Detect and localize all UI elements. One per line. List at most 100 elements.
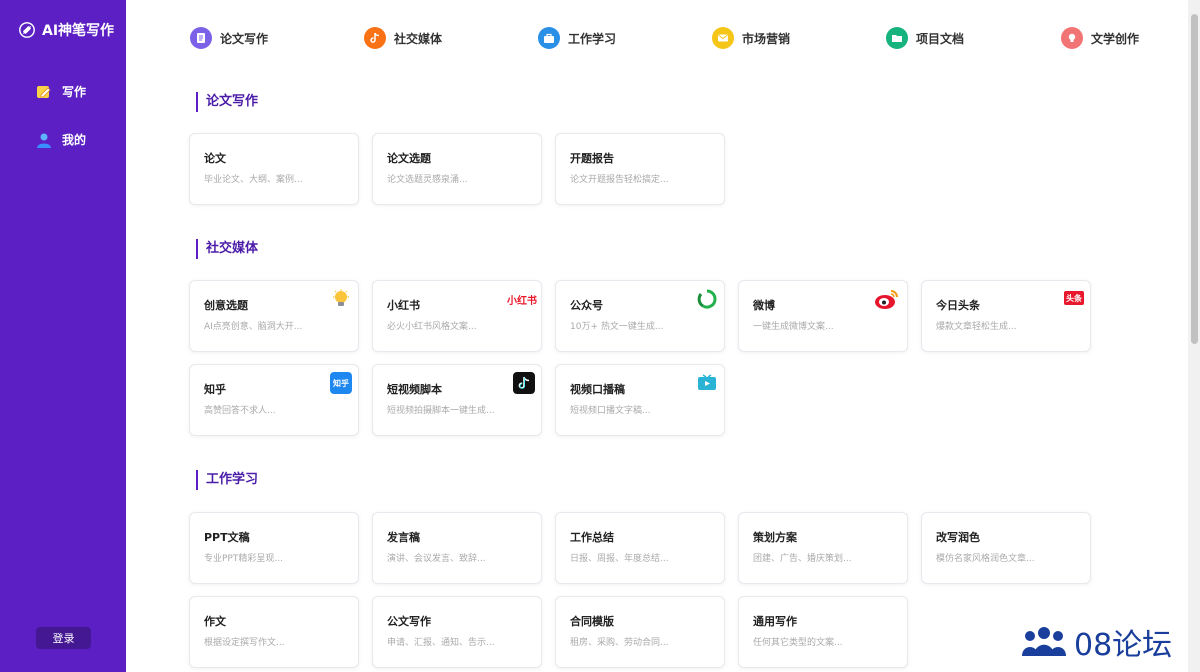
- user-icon: [37, 133, 51, 148]
- sidebar-item-label: 我的: [62, 133, 87, 147]
- category-label: 项目文档: [916, 31, 965, 46]
- card-desc: 高赞回答不求人...: [204, 406, 276, 416]
- card-desc: 演讲、会议发言、致辞...: [387, 554, 486, 564]
- card-desc: 根据设定撰写作文...: [204, 638, 285, 648]
- brand-logo-icon: [19, 22, 35, 38]
- card-desc: 短视频拍摄脚本一键生成...: [387, 406, 495, 416]
- card-zhihu[interactable]: 知乎 高赞回答不求人... 知乎: [189, 364, 359, 436]
- card-title: 公文写作: [387, 615, 431, 628]
- card-desc: 必火小红书风格文案...: [387, 322, 477, 332]
- card-title: 论文: [204, 152, 226, 165]
- card-video-voiceover[interactable]: 视频口播稿 短视频口播文字稿...: [555, 364, 725, 436]
- card-title: 论文选题: [387, 152, 431, 165]
- card-speech[interactable]: 发言稿 演讲、会议发言、致辞...: [372, 512, 542, 584]
- card-essay[interactable]: 作文 根据设定撰写作文...: [189, 596, 359, 668]
- card-toutiao[interactable]: 今日头条 爆款文章轻松生成... 头条: [921, 280, 1091, 352]
- card-desc: 10万+ 热文一键生成...: [570, 322, 664, 332]
- card-general-writing[interactable]: 通用写作 任何其它类型的文案...: [738, 596, 908, 668]
- section-title-social: 社交媒体: [196, 239, 258, 259]
- card-short-video-script[interactable]: 短视频脚本 短视频拍摄脚本一键生成...: [372, 364, 542, 436]
- card-work-summary[interactable]: 工作总结 日报、周报、年度总结...: [555, 512, 725, 584]
- brand[interactable]: AI神笔写作: [18, 20, 114, 40]
- envelope-icon: [712, 27, 734, 49]
- tv-icon: [696, 372, 718, 394]
- section-title-paper: 论文写作: [196, 92, 258, 112]
- category-label: 市场营销: [742, 31, 791, 46]
- card-creative-topic[interactable]: 创意选题 AI点亮创意、脑洞大开...: [189, 280, 359, 352]
- sidebar-item-write[interactable]: 写作: [36, 83, 86, 100]
- watermark: 08论坛: [1020, 620, 1172, 664]
- scrollbar-thumb[interactable]: [1191, 14, 1198, 344]
- card-title: 策划方案: [753, 531, 797, 544]
- card-planning[interactable]: 策划方案 团建、广告、婚庆策划...: [738, 512, 908, 584]
- category-label: 论文写作: [220, 31, 269, 46]
- card-desc: 毕业论文、大纲、案例...: [204, 175, 303, 185]
- tiktok-note-icon: [364, 27, 386, 49]
- card-contract[interactable]: 合同模版 租房、采购、劳动合同...: [555, 596, 725, 668]
- category-tab-paper[interactable]: 论文写作: [190, 27, 268, 49]
- card-ppt[interactable]: PPT文稿 专业PPT精彩呈现...: [189, 512, 359, 584]
- watermark-text: 08论坛: [1074, 628, 1173, 663]
- category-label: 工作学习: [568, 31, 617, 46]
- sidebar: AI神笔写作 写作 我的 登录: [0, 0, 126, 672]
- card-title: 作文: [204, 615, 226, 628]
- toutiao-logo: 头条: [1064, 291, 1084, 305]
- card-desc: 日报、周报、年度总结...: [570, 554, 669, 564]
- card-desc: 模仿名家风格润色文章...: [936, 554, 1035, 564]
- card-weibo[interactable]: 微博 一键生成微博文案...: [738, 280, 908, 352]
- people-group-icon: [1022, 627, 1066, 656]
- card-desc: 团建、广告、婚庆策划...: [753, 554, 852, 564]
- card-title: 合同模版: [570, 615, 614, 628]
- card-desc: 任何其它类型的文案...: [753, 638, 843, 648]
- wechat-official-icon: [696, 288, 718, 310]
- card-desc: 短视频口播文字稿...: [570, 406, 651, 416]
- card-desc: 一键生成微博文案...: [753, 322, 834, 332]
- card-title: 通用写作: [753, 615, 797, 628]
- card-title: 发言稿: [387, 531, 420, 544]
- card-title: 创意选题: [204, 299, 248, 312]
- card-title: PPT文稿: [204, 531, 250, 544]
- card-desc: 爆款文章轻松生成...: [936, 322, 1017, 332]
- folder-icon: [886, 27, 908, 49]
- xiaohongshu-logo: 小红书: [507, 295, 537, 307]
- sidebar-item-label: 写作: [62, 85, 87, 99]
- category-tab-social[interactable]: 社交媒体: [364, 27, 442, 49]
- card-paper-topic[interactable]: 论文选题 论文选题灵感泉涌...: [372, 133, 542, 205]
- document-icon: [190, 27, 212, 49]
- card-desc: 论文选题灵感泉涌...: [387, 175, 468, 185]
- card-desc: 申请、汇报、通知、告示...: [387, 638, 495, 648]
- scrollbar[interactable]: [1188, 0, 1200, 672]
- briefcase-icon: [538, 27, 560, 49]
- category-tab-literature[interactable]: 文学创作: [1061, 27, 1139, 49]
- card-desc: 论文开题报告轻松搞定...: [570, 175, 669, 185]
- section-title-work: 工作学习: [196, 470, 258, 490]
- category-tab-work[interactable]: 工作学习: [538, 27, 616, 49]
- douyin-icon: [513, 372, 535, 394]
- card-desc: 专业PPT精彩呈现...: [204, 554, 283, 564]
- card-proposal[interactable]: 开题报告 论文开题报告轻松搞定...: [555, 133, 725, 205]
- category-tab-marketing[interactable]: 市场营销: [712, 27, 790, 49]
- card-desc: AI点亮创意、脑洞大开...: [204, 322, 303, 332]
- card-title: 小红书: [387, 299, 420, 312]
- card-title: 改写润色: [936, 531, 980, 544]
- card-title: 视频口播稿: [570, 383, 625, 396]
- card-rewrite[interactable]: 改写润色 模仿名家风格润色文章...: [921, 512, 1091, 584]
- card-official-doc[interactable]: 公文写作 申请、汇报、通知、告示...: [372, 596, 542, 668]
- category-label: 社交媒体: [394, 31, 443, 46]
- card-desc: 租房、采购、劳动合同...: [570, 638, 669, 648]
- bulb-icon: [1061, 27, 1083, 49]
- zhihu-logo: 知乎: [330, 372, 352, 394]
- brand-name: AI神笔写作: [42, 23, 115, 39]
- sidebar-item-mine[interactable]: 我的: [36, 131, 86, 148]
- card-title: 短视频脚本: [387, 383, 442, 396]
- login-button[interactable]: 登录: [36, 627, 91, 649]
- card-title: 开题报告: [570, 152, 614, 165]
- category-tab-project[interactable]: 项目文档: [886, 27, 964, 49]
- card-title: 今日头条: [936, 299, 980, 312]
- weibo-icon: [873, 288, 901, 310]
- card-title: 微博: [753, 299, 775, 312]
- card-paper[interactable]: 论文 毕业论文、大纲、案例...: [189, 133, 359, 205]
- card-xiaohongshu[interactable]: 小红书 必火小红书风格文案... 小红书: [372, 280, 542, 352]
- category-label: 文学创作: [1091, 31, 1140, 46]
- card-official-account[interactable]: 公众号 10万+ 热文一键生成...: [555, 280, 725, 352]
